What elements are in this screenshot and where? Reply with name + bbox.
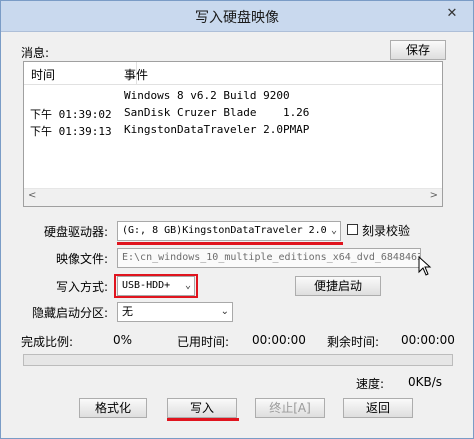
message-list[interactable]: 时间 事件 Windows 8 v6.2 Build 9200 下午 01:39… [23, 61, 443, 207]
list-item-event: Windows 8 v6.2 Build 9200 [124, 89, 290, 102]
back-button[interactable]: 返回 [343, 398, 413, 418]
list-header: 时间 事件 [24, 62, 442, 85]
highlight-underline [117, 242, 343, 245]
remaining-value: 00:00:00 [401, 333, 455, 347]
column-header-event[interactable]: 事件 [124, 66, 148, 83]
dialog-window: 写入硬盘映像 ✕ 消息: 保存 时间 事件 Windows 8 v6.2 Bui… [0, 0, 474, 439]
title-bar: 写入硬盘映像 ✕ [1, 1, 473, 32]
list-item-time: 下午 01:39:13 [30, 125, 112, 138]
close-icon[interactable]: ✕ [439, 4, 465, 24]
save-button[interactable]: 保存 [390, 40, 446, 60]
speed-value: 0KB/s [408, 375, 443, 389]
verify-label: 刻录校验 [362, 224, 411, 238]
column-header-time[interactable]: 时间 [31, 66, 55, 83]
drive-select-value: (G:, 8 GB)KingstonDataTraveler 2.0 [122, 225, 327, 236]
horizontal-scrollbar[interactable]: < > [24, 188, 442, 206]
speed-label: 速度: [356, 377, 385, 391]
image-file-field[interactable]: E:\cn_windows_10_multiple_editions_x64_d… [117, 248, 421, 268]
hidden-partition-select[interactable]: 无 ⌄ [117, 302, 233, 322]
scroll-right-icon[interactable]: > [430, 190, 438, 201]
verify-checkbox[interactable] [347, 224, 358, 235]
remaining-label: 剩余时间: [327, 335, 380, 349]
abort-button[interactable]: 终止[A] [255, 398, 325, 418]
mouse-pointer-icon [418, 256, 432, 276]
messages-label: 消息: [21, 46, 50, 60]
list-item-time: 下午 01:39:02 [30, 108, 112, 121]
quick-boot-button[interactable]: 便捷启动 [295, 276, 381, 296]
hidden-partition-label: 隐藏启动分区: [32, 306, 109, 320]
progress-bar [23, 354, 453, 366]
drive-label: 硬盘驱动器: [44, 225, 109, 239]
write-button[interactable]: 写入 [167, 398, 237, 418]
list-item[interactable]: 下午 01:39:02 SanDisk Cruzer Blade 1.26 [24, 104, 442, 121]
elapsed-label: 已用时间: [177, 335, 230, 349]
complete-value: 0% [113, 333, 133, 347]
write-method-label: 写入方式: [56, 280, 109, 294]
hidden-partition-value: 无 [122, 305, 133, 318]
format-button[interactable]: 格式化 [79, 398, 147, 418]
chevron-down-icon[interactable]: ⌄ [331, 222, 337, 240]
chevron-down-icon[interactable]: ⌄ [221, 303, 229, 321]
complete-label: 完成比例: [21, 335, 74, 349]
highlight-box [114, 274, 198, 298]
highlight-underline [167, 418, 239, 421]
image-file-label: 映像文件: [56, 252, 109, 266]
list-item-event: SanDisk Cruzer Blade 1.26 [124, 106, 310, 119]
elapsed-value: 00:00:00 [252, 333, 306, 347]
drive-select[interactable]: (G:, 8 GB)KingstonDataTraveler 2.0 ⌄ [117, 221, 341, 241]
list-item[interactable]: 下午 01:39:13 KingstonDataTraveler 2.0PMAP [24, 121, 442, 138]
list-item-event: KingstonDataTraveler 2.0PMAP [124, 123, 310, 136]
scroll-left-icon[interactable]: < [28, 190, 36, 201]
list-item[interactable]: Windows 8 v6.2 Build 9200 [24, 87, 442, 104]
window-title: 写入硬盘映像 [195, 10, 279, 26]
